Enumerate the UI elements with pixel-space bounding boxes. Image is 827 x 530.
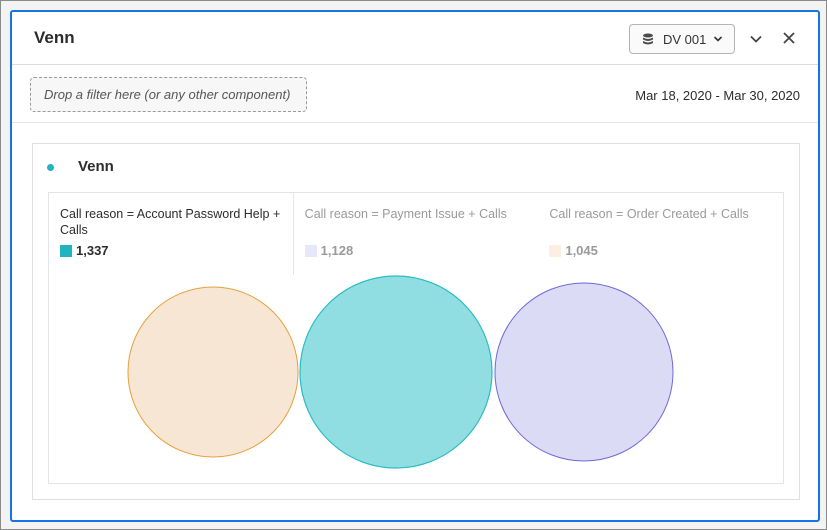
legend-label: Call reason = Payment Issue + Calls	[304, 207, 507, 221]
filter-drop-zone[interactable]: Drop a filter here (or any other compone…	[30, 77, 307, 112]
date-range[interactable]: Mar 18, 2020 - Mar 30, 2020	[635, 88, 800, 103]
legend-item-order-created[interactable]: Call reason = Order Created + Calls 1,04…	[538, 193, 783, 275]
legend-row: Call reason = Account Password Help + Ca…	[49, 193, 783, 275]
close-icon[interactable]	[782, 31, 796, 45]
data-view-label: DV 001	[663, 31, 707, 47]
legend-swatch	[304, 244, 317, 257]
chevron-down-icon	[714, 36, 723, 42]
legend-item-payment-issue[interactable]: Call reason = Payment Issue + Calls 1,12…	[294, 193, 539, 275]
collapse-chevron-icon[interactable]	[749, 32, 763, 46]
legend-swatch	[60, 244, 72, 257]
legend-value: 1,337	[76, 243, 109, 258]
database-icon	[643, 33, 653, 45]
visualization-title[interactable]: Venn	[78, 158, 114, 175]
filter-bar: Drop a filter here (or any other compone…	[12, 66, 818, 123]
legend-swatch	[549, 244, 562, 257]
legend-label: Call reason = Account Password Help + Ca…	[60, 207, 281, 237]
venn-legend-area: Call reason = Account Password Help + Ca…	[48, 192, 784, 484]
venn-circle-order-created[interactable]	[127, 286, 299, 458]
legend-label: Call reason = Order Created + Calls	[549, 207, 749, 221]
legend-value: 1,045	[565, 243, 598, 258]
window-frame: Venn DV 001 Drop a filter here (or any o…	[0, 0, 827, 530]
status-dot	[47, 164, 54, 171]
legend-value-row: 1,045	[549, 243, 598, 258]
venn-circle-account-password[interactable]	[299, 275, 493, 469]
visualization-card: Venn Call reason = Account Password Help…	[32, 143, 800, 500]
venn-circle-payment-issue[interactable]	[494, 282, 674, 462]
panel-title: Venn	[34, 28, 75, 47]
venn-diagram	[127, 275, 674, 469]
legend-value-row: 1,337	[60, 243, 109, 258]
legend-value: 1,128	[320, 243, 354, 258]
data-view-selector[interactable]: DV 001	[629, 24, 735, 54]
venn-panel: Venn DV 001 Drop a filter here (or any o…	[10, 10, 820, 522]
panel-header: Venn DV 001	[12, 12, 818, 65]
legend-value-row: 1,128	[304, 243, 354, 258]
legend-item-account-password[interactable]: Call reason = Account Password Help + Ca…	[49, 193, 294, 275]
